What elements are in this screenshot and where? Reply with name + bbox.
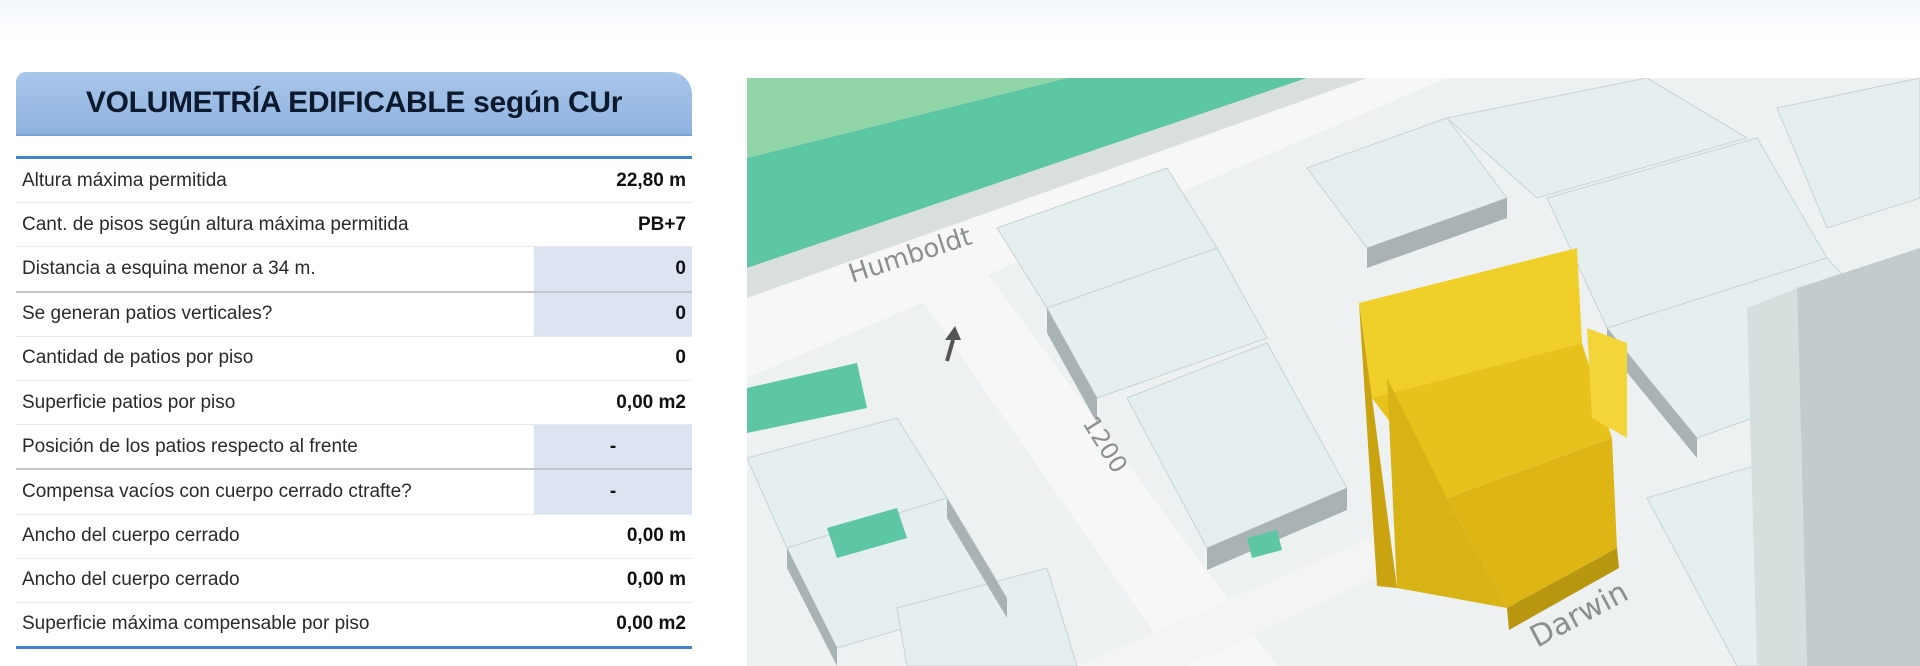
row-label: Compensa vacíos con cuerpo cerrado ctraf… bbox=[22, 480, 412, 502]
row-label: Altura máxima permitida bbox=[22, 169, 227, 191]
table-row: Altura máxima permitida 22,80 m bbox=[16, 159, 692, 204]
table-row: Cantidad de patios por piso 0 bbox=[16, 337, 692, 381]
row-label: Ancho del cuerpo cerrado bbox=[22, 525, 240, 547]
table-row: Compensa vacíos con cuerpo cerrado ctraf… bbox=[16, 470, 692, 515]
row-value: 0,00 m2 bbox=[616, 391, 686, 413]
table-row: Se generan patios verticales? 0 bbox=[16, 292, 692, 337]
row-label: Posición de los patios respecto al frent… bbox=[22, 435, 358, 457]
row-label: Se generan patios verticales? bbox=[22, 303, 273, 325]
row-value: 0,00 m2 bbox=[616, 613, 686, 635]
map-3d-view[interactable]: Humboldt 1200 Darwin bbox=[747, 78, 1920, 666]
table-row: Superficie patios por piso 0,00 m2 bbox=[16, 381, 692, 426]
row-value: 0,00 m bbox=[626, 525, 686, 547]
row-label: Superficie máxima compensable por piso bbox=[22, 613, 370, 635]
map-canvas: Humboldt 1200 Darwin bbox=[747, 78, 1920, 666]
table-row: Ancho del cuerpo cerrado 0,00 m bbox=[16, 515, 692, 559]
panel-title: VOLUMETRÍA EDIFICABLE según CUr bbox=[85, 86, 623, 119]
table-row: Distancia a esquina menor a 34 m. 0 bbox=[16, 247, 692, 293]
row-label: Superficie patios por piso bbox=[22, 391, 236, 413]
row-value[interactable]: 0 bbox=[534, 247, 692, 291]
table-row: Ancho del cuerpo cerrado 0,00 m bbox=[16, 559, 692, 603]
row-value: 22,80 m bbox=[616, 169, 686, 191]
panel-title-box: VOLUMETRÍA EDIFICABLE según CUr bbox=[16, 72, 692, 136]
row-value[interactable]: - bbox=[534, 425, 692, 469]
table-row: Superficie máxima compensable por piso 0… bbox=[16, 603, 692, 646]
top-band bbox=[0, 0, 1920, 40]
row-value: 0 bbox=[675, 347, 686, 369]
parameters-table: Altura máxima permitida 22,80 m Cant. de… bbox=[16, 156, 692, 650]
row-label: Ancho del cuerpo cerrado bbox=[22, 569, 240, 591]
row-value[interactable]: - bbox=[534, 470, 692, 514]
row-value: 0,00 m bbox=[626, 569, 686, 591]
row-value: PB+7 bbox=[637, 213, 686, 235]
row-label: Cant. de pisos según altura máxima permi… bbox=[22, 213, 409, 235]
table-row: Cant. de pisos según altura máxima permi… bbox=[16, 203, 692, 248]
tall-building bbox=[1797, 248, 1920, 666]
table-row: Posición de los patios respecto al frent… bbox=[16, 425, 692, 471]
volumetria-panel: VOLUMETRÍA EDIFICABLE según CUr Altura m… bbox=[16, 72, 692, 650]
row-value[interactable]: 0 bbox=[534, 292, 692, 336]
row-label: Distancia a esquina menor a 34 m. bbox=[22, 257, 316, 279]
row-label: Cantidad de patios por piso bbox=[22, 347, 254, 369]
